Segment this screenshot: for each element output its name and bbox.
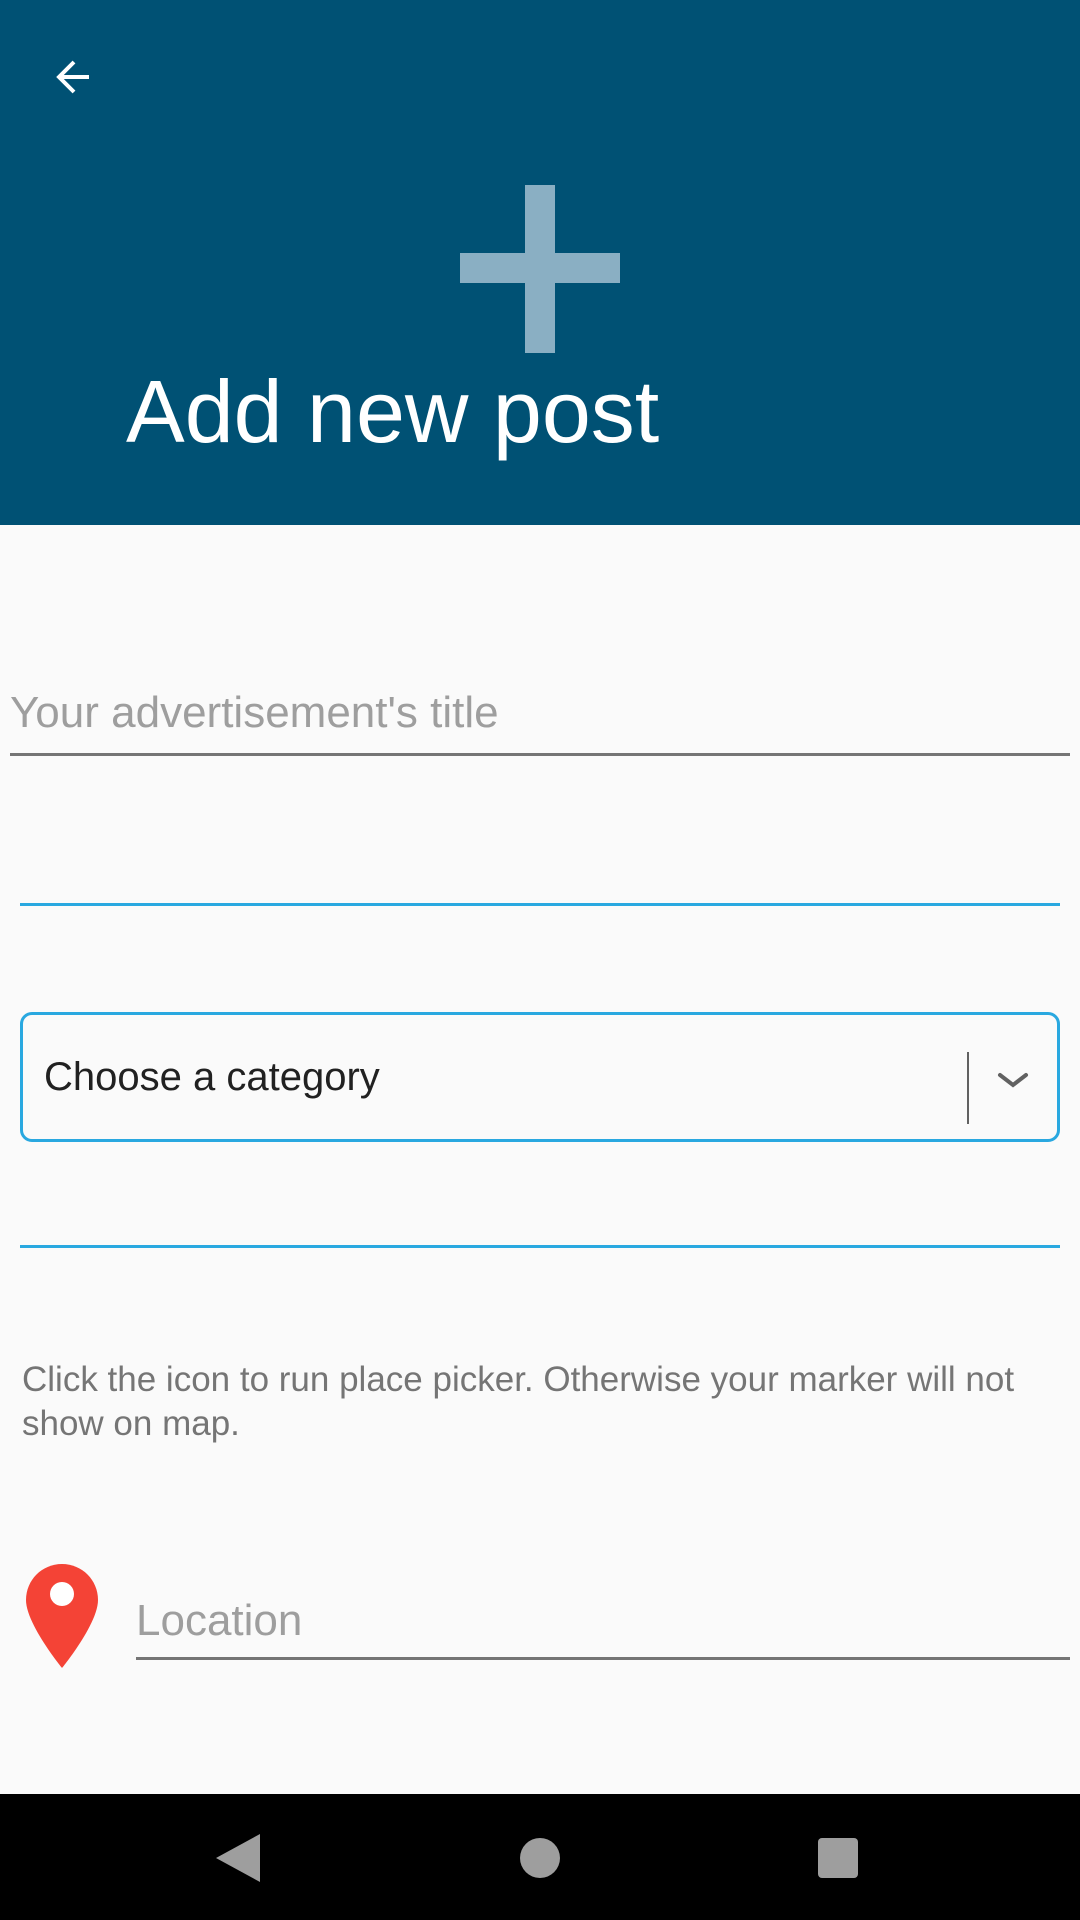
- chevron-down-icon: [998, 1073, 1028, 1088]
- location-input[interactable]: Location: [136, 1584, 1070, 1660]
- arrow-left-icon: [56, 60, 89, 94]
- header: Add new post: [0, 0, 1080, 525]
- title-placeholder: Your advertisement's title: [10, 688, 499, 737]
- location-placeholder: Location: [136, 1596, 303, 1645]
- back-button[interactable]: [34, 38, 112, 116]
- location-pin-icon[interactable]: [24, 1562, 100, 1670]
- plus-icon: [460, 185, 620, 353]
- system-navigation-bar: [0, 1794, 1080, 1920]
- dropdown-divider: [967, 1052, 969, 1124]
- category-dropdown[interactable]: Choose a category: [20, 1012, 1060, 1142]
- title-input[interactable]: Your advertisement's title: [10, 680, 1070, 756]
- category-selected-value: Choose a category: [44, 1055, 380, 1099]
- page-title: Add new post: [126, 362, 660, 461]
- nav-home-icon[interactable]: [520, 1838, 560, 1878]
- text-field-2[interactable]: [20, 1188, 1060, 1248]
- nav-back-icon[interactable]: [216, 1834, 260, 1882]
- nav-recents-icon[interactable]: [818, 1838, 858, 1878]
- place-picker-hint: Click the icon to run place picker. Othe…: [22, 1360, 1015, 1443]
- add-post-screen: Add new post Your advertisement's title …: [0, 0, 1080, 1920]
- text-field[interactable]: [20, 846, 1060, 906]
